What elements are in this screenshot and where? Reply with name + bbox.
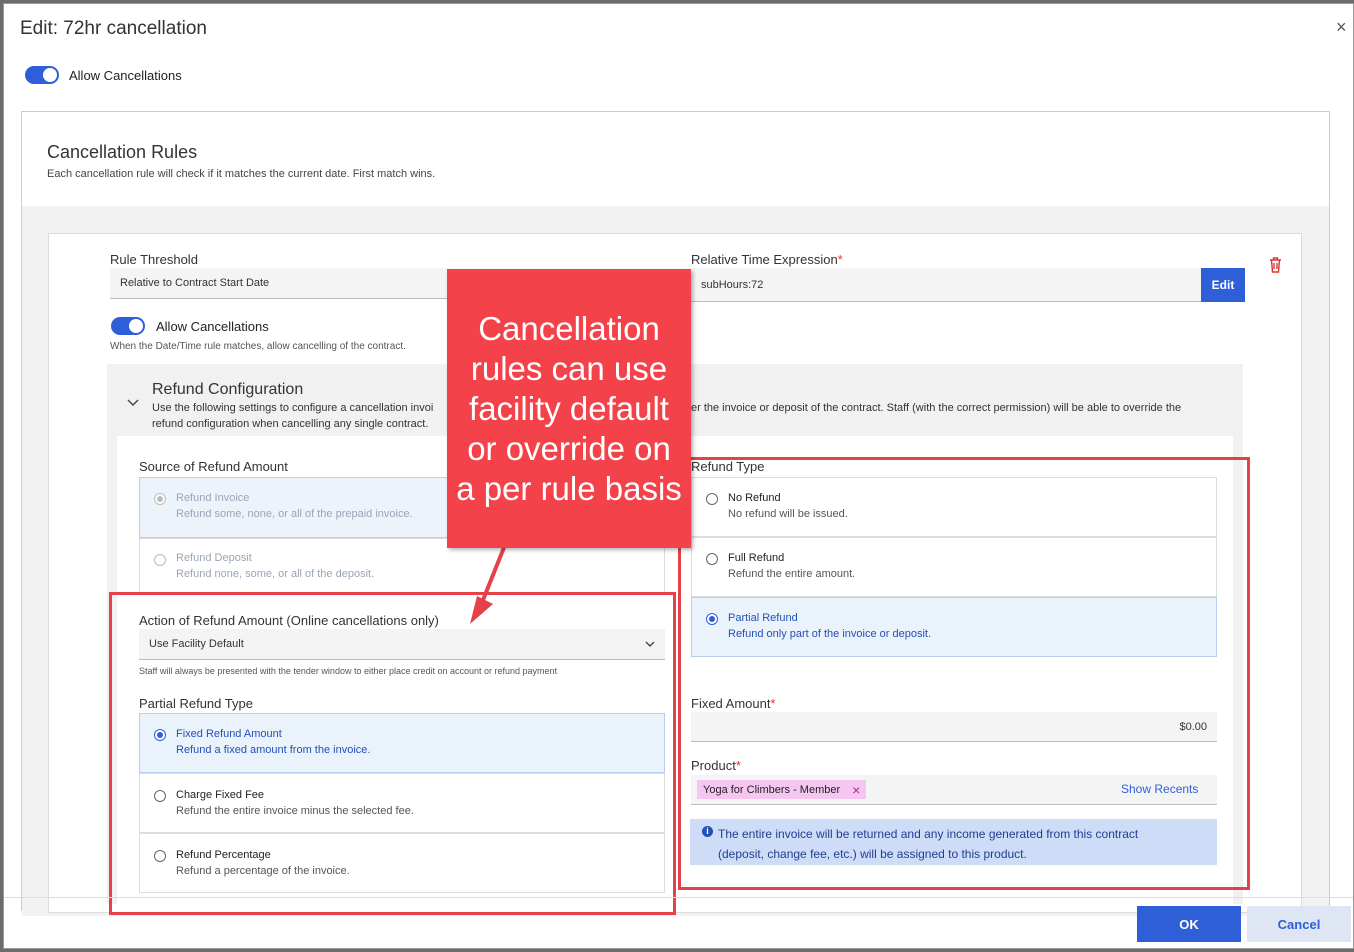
highlight-box-action xyxy=(109,592,676,915)
option-title: Refund Invoice xyxy=(176,492,250,504)
rule-allow-toggle[interactable] xyxy=(111,317,145,335)
rule-allow-help: When the Date/Time rule matches, allow c… xyxy=(110,341,406,352)
rules-title: Cancellation Rules xyxy=(47,142,198,162)
radio-icon xyxy=(154,554,166,566)
highlight-box-refund-type xyxy=(678,457,1250,890)
edit-expression-button[interactable]: Edit xyxy=(1201,268,1245,302)
refund-config-desc-line2: refund configuration when cancelling any… xyxy=(152,418,429,430)
footer-divider xyxy=(4,897,1353,898)
time-expression-value: subHours:72 xyxy=(701,278,764,291)
refund-config-desc-left: Use the following settings to configure … xyxy=(152,402,434,414)
cancel-button[interactable]: Cancel xyxy=(1247,906,1351,942)
refund-config-desc-right: er the invoice or deposit of the contrac… xyxy=(691,402,1182,414)
rule-threshold-select[interactable]: Relative to Contract Start Date xyxy=(110,268,450,299)
trash-icon[interactable] xyxy=(1268,256,1283,273)
allow-cancellations-label: Allow Cancellations xyxy=(69,68,182,83)
source-label: Source of Refund Amount xyxy=(139,459,288,474)
rule-threshold-value: Relative to Contract Start Date xyxy=(120,277,270,289)
allow-cancellations-toggle[interactable] xyxy=(25,66,59,84)
chevron-down-icon[interactable] xyxy=(127,399,139,407)
dialog-title: Edit: 72hr cancellation xyxy=(20,18,207,39)
radio-icon xyxy=(154,493,166,505)
ok-button[interactable]: OK xyxy=(1137,906,1241,942)
close-icon[interactable]: × xyxy=(1336,17,1347,38)
time-expression-input[interactable]: subHours:72 xyxy=(691,268,1202,302)
refund-config-title: Refund Configuration xyxy=(152,381,304,398)
rule-threshold-label: Rule Threshold xyxy=(110,252,198,267)
rules-subtitle: Each cancellation rule will check if it … xyxy=(47,168,436,180)
rule-allow-label: Allow Cancellations xyxy=(156,319,269,334)
option-desc: Refund none, some, or all of the deposit… xyxy=(176,568,375,580)
time-expression-label: Relative Time Expression* xyxy=(691,252,843,267)
option-desc: Refund some, none, or all of the prepaid… xyxy=(176,508,413,520)
annotation-callout: Cancellation rules can use facility defa… xyxy=(447,269,691,548)
option-title: Refund Deposit xyxy=(176,552,252,564)
callout-arrow xyxy=(470,544,507,624)
